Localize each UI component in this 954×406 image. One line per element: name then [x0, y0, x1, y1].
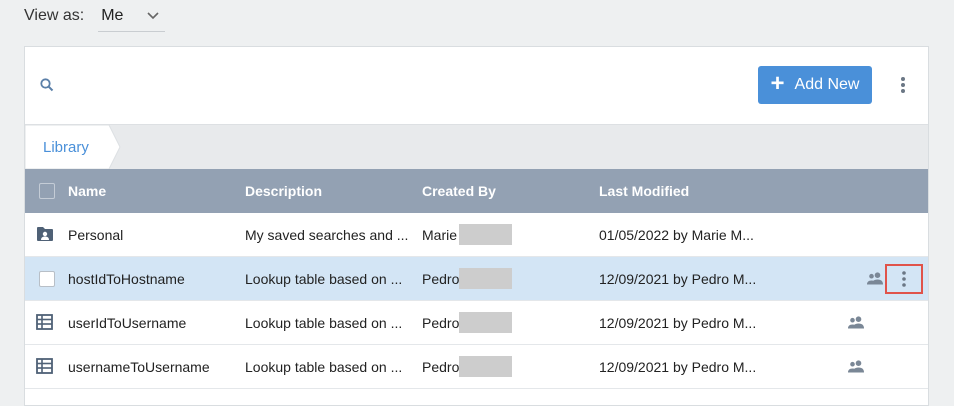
column-header-created-by[interactable]: Created By: [422, 183, 496, 199]
add-new-button[interactable]: + Add New: [758, 66, 872, 104]
table-header: Name Description Created By Last Modifie…: [25, 169, 928, 213]
more-vertical-icon[interactable]: [895, 75, 911, 95]
select-all-checkbox[interactable]: [39, 183, 55, 199]
more-vertical-icon: [902, 271, 906, 287]
row-description: Lookup table based on ...: [245, 359, 403, 375]
breadcrumb-label: Library: [43, 139, 89, 156]
row-created-by: Pedro: [422, 359, 460, 375]
table-icon: [36, 314, 53, 330]
column-header-last-modified[interactable]: Last Modified: [599, 183, 689, 199]
view-as-dropdown[interactable]: Me: [98, 1, 166, 32]
search-icon[interactable]: [40, 78, 54, 92]
view-as-label: View as:: [24, 7, 85, 24]
row-last-modified: 12/09/2021 by Pedro M...: [599, 359, 757, 375]
table-row[interactable]: hostIdToHostname Lookup table based on .…: [25, 257, 928, 301]
row-name[interactable]: usernameToUsername: [68, 359, 210, 375]
redacted-surname: [459, 312, 512, 333]
shared-users-icon: [848, 316, 864, 329]
column-header-name[interactable]: Name: [68, 183, 106, 199]
chevron-down-icon: [147, 11, 159, 19]
user-folder-icon: [37, 227, 53, 241]
row-last-modified: 01/05/2022 by Marie M...: [599, 227, 754, 243]
row-checkbox[interactable]: [39, 271, 55, 287]
row-last-modified: 12/09/2021 by Pedro M...: [599, 271, 757, 287]
plus-icon: +: [770, 69, 785, 97]
row-description: Lookup table based on ...: [245, 315, 403, 331]
redacted-surname: [459, 268, 512, 289]
shared-users-icon: [867, 272, 883, 285]
library-panel: + Add New Library Name Description Creat…: [24, 46, 929, 406]
row-created-by: Pedro: [422, 271, 460, 287]
column-header-description[interactable]: Description: [245, 183, 322, 199]
row-created-by: Pedro: [422, 315, 460, 331]
row-name[interactable]: userIdToUsername: [68, 315, 186, 331]
toolbar: + Add New: [25, 47, 928, 124]
table-row[interactable]: userIdToUsername Lookup table based on .…: [25, 301, 928, 345]
row-name[interactable]: Personal: [68, 227, 123, 243]
redacted-surname: [459, 356, 512, 377]
row-created-by: Marie: [422, 227, 458, 243]
view-as-control: View as: Me: [24, 0, 166, 32]
table-icon: [36, 358, 53, 374]
row-name[interactable]: hostIdToHostname: [68, 271, 185, 287]
row-description: My saved searches and ...: [245, 227, 409, 243]
shared-users-icon: [848, 360, 864, 373]
row-actions-button[interactable]: [885, 264, 923, 294]
view-as-value: Me: [101, 6, 124, 24]
table-row[interactable]: Personal My saved searches and ... Marie…: [25, 213, 928, 257]
add-new-label: Add New: [794, 76, 860, 93]
row-description: Lookup table based on ...: [245, 271, 403, 287]
table-row[interactable]: usernameToUsername Lookup table based on…: [25, 345, 928, 389]
redacted-surname: [459, 224, 512, 245]
row-last-modified: 12/09/2021 by Pedro M...: [599, 315, 757, 331]
breadcrumb: Library: [25, 124, 928, 169]
